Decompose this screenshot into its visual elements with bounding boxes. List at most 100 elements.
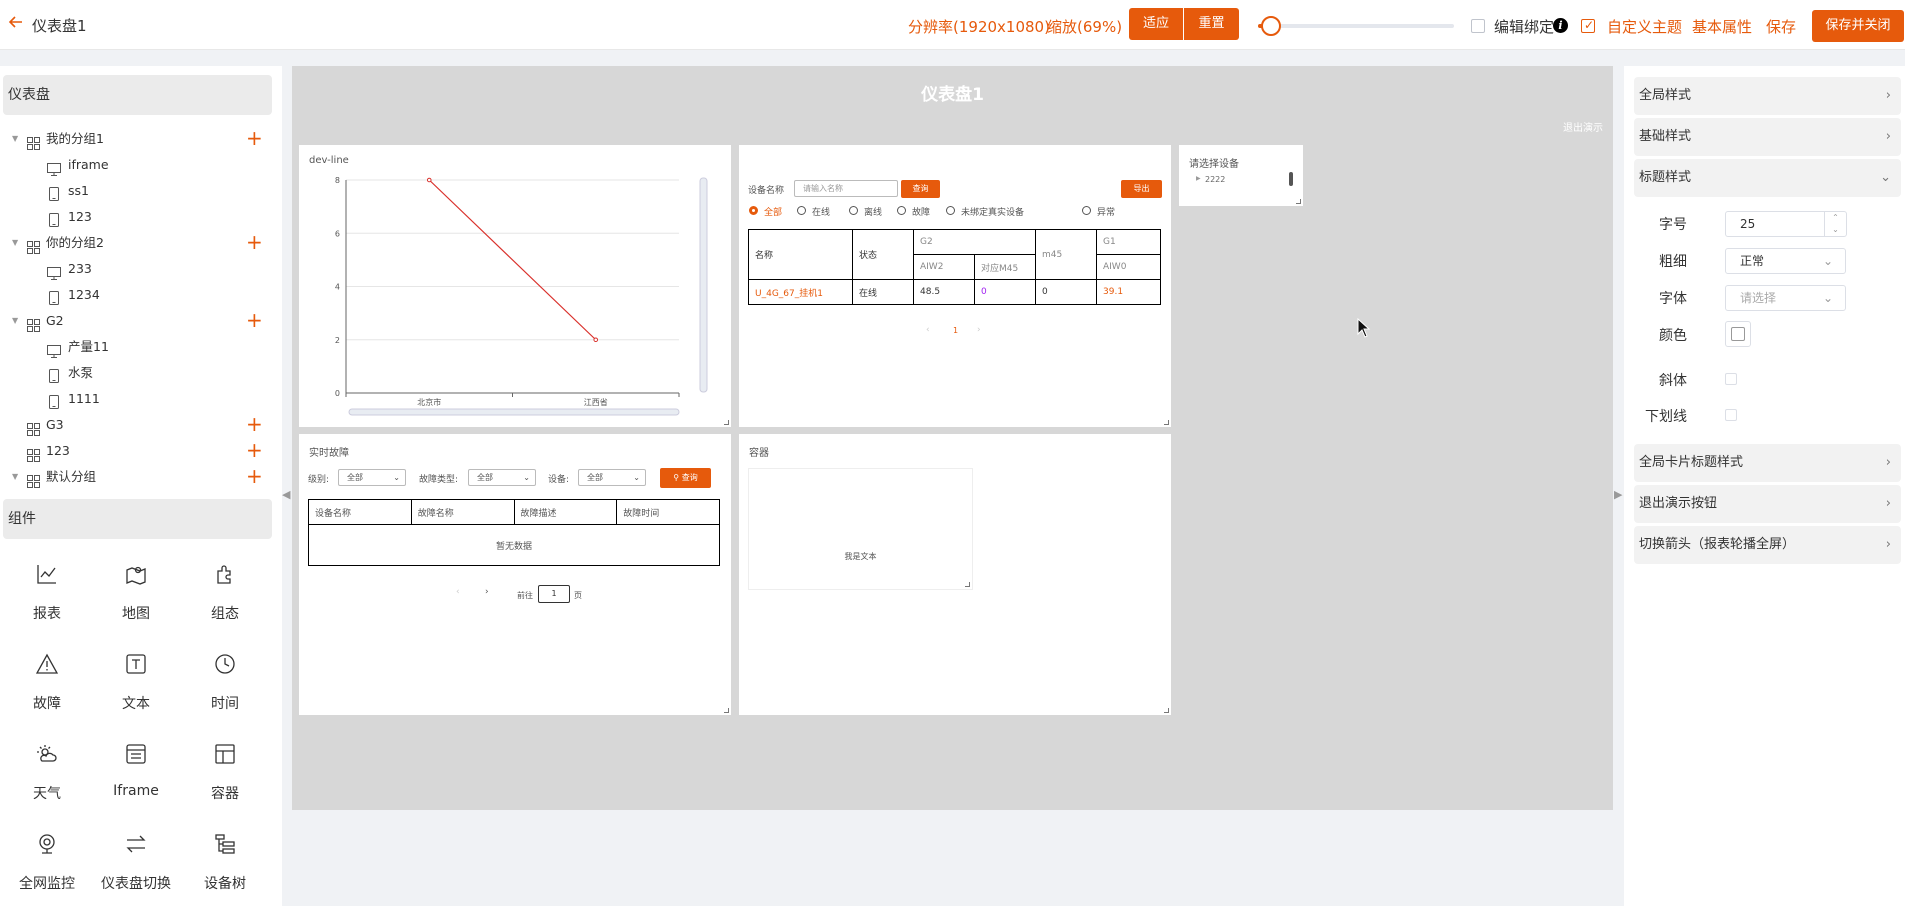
style-section-header[interactable]: 基础样式 ›	[1634, 118, 1901, 156]
fault-type-select[interactable]: 全部 ⌄	[468, 469, 536, 486]
back-arrow-icon[interactable]	[8, 14, 28, 36]
status-radio[interactable]: 异常	[1082, 205, 1115, 218]
font-weight-select[interactable]: 正常 ⌄	[1725, 248, 1846, 274]
collapse-left-icon[interactable]: ◀	[282, 488, 290, 501]
info-icon[interactable]: i	[1553, 18, 1568, 33]
tree-item-group[interactable]: ▼ 我的分组1 +	[0, 126, 272, 152]
edit-binding-checkbox[interactable]	[1471, 19, 1485, 33]
add-icon[interactable]: +	[246, 126, 263, 150]
fit-button[interactable]: 适应	[1129, 8, 1183, 40]
page-number[interactable]: 1	[953, 326, 958, 335]
fault-card[interactable]: 实时故障 级别: 全部 ⌄ 故障类型: 全部 ⌄ 设备: 全部 ⌄ ⚲ 查询 设备名称…	[299, 434, 731, 715]
tree-item-group[interactable]: ▼ 你的分组2 +	[0, 230, 272, 256]
status-radio[interactable]: 在线	[797, 205, 830, 218]
device-query-button[interactable]: 查询	[901, 180, 940, 198]
resize-handle[interactable]	[724, 420, 729, 425]
reset-button[interactable]: 重置	[1184, 8, 1239, 40]
add-icon[interactable]: +	[246, 438, 263, 462]
style-section-header[interactable]: 退出演示按钮 ›	[1634, 485, 1901, 523]
style-section-header[interactable]: 全局卡片标题样式 ›	[1634, 444, 1901, 482]
tree-item-dashboard[interactable]: 水泵	[0, 360, 272, 386]
font-family-select[interactable]: 请选择 ⌄	[1725, 285, 1846, 311]
vertical-zoom-slider[interactable]	[699, 177, 708, 393]
font-size-input[interactable]: 25 ⌃ ⌄	[1725, 211, 1847, 237]
prev-page-icon[interactable]: ‹	[456, 587, 460, 597]
style-section-header[interactable]: 标题样式 ⌄	[1634, 159, 1901, 197]
resize-handle[interactable]	[965, 582, 970, 587]
component-tree[interactable]: 设备树	[185, 825, 265, 906]
device-tree-item[interactable]: 2222	[1205, 175, 1225, 184]
dashboard-section-header[interactable]: 仪表盘	[3, 75, 272, 115]
component-iframe[interactable]: Iframe	[96, 735, 176, 823]
save-and-close-button[interactable]: 保存并关闭	[1812, 10, 1904, 42]
component-switch[interactable]: 仪表盘切换	[96, 825, 176, 906]
italic-checkbox[interactable]	[1725, 373, 1737, 385]
horizontal-zoom-slider[interactable]	[348, 408, 680, 416]
component-line-chart[interactable]: 报表	[7, 555, 87, 643]
data-point[interactable]	[426, 177, 432, 183]
table-row[interactable]: U_4G_67_挂机1 在线 48.5 0 0 39.1	[748, 279, 1161, 305]
tree-item-dashboard[interactable]: 1111	[0, 386, 272, 412]
component-map[interactable]: 地图	[96, 555, 176, 643]
add-icon[interactable]: +	[246, 464, 263, 488]
stepper-arrows-icon[interactable]: ⌃ ⌄	[1824, 212, 1846, 236]
style-section-header[interactable]: 全局样式 ›	[1634, 77, 1901, 115]
container-card[interactable]: 容器 我是文本	[739, 434, 1171, 715]
goto-page-input[interactable]: 1	[538, 585, 570, 603]
save-link[interactable]: 保存	[1766, 16, 1796, 37]
color-picker[interactable]	[1725, 321, 1751, 347]
level-select[interactable]: 全部 ⌄	[338, 469, 406, 486]
prev-page-icon[interactable]: ‹	[926, 325, 930, 335]
tree-item-dashboard[interactable]: iframe	[0, 152, 272, 178]
text-widget[interactable]: 我是文本	[748, 468, 973, 590]
add-icon[interactable]: +	[246, 308, 263, 332]
tree-item-dashboard[interactable]: 123	[0, 204, 272, 230]
data-point[interactable]	[593, 337, 599, 343]
custom-theme-label[interactable]: 自定义主题	[1607, 16, 1682, 37]
expand-arrow-icon[interactable]: ▼	[12, 308, 18, 334]
line-chart-card[interactable]: dev-line 0 2 4 6 8 北京市 江西省	[299, 145, 731, 427]
component-puzzle[interactable]: 组态	[185, 555, 265, 643]
custom-theme-checkbox[interactable]	[1581, 18, 1595, 33]
next-page-icon[interactable]: ›	[977, 325, 981, 335]
tree-item-group[interactable]: ▼ G2 +	[0, 308, 272, 334]
style-section-header[interactable]: 切换箭头（报表轮播全屏） ›	[1634, 526, 1901, 564]
component-clock[interactable]: 时间	[185, 645, 265, 733]
zoom-slider-handle[interactable]	[1261, 16, 1281, 36]
tree-item-dashboard[interactable]: 1234	[0, 282, 272, 308]
resize-handle[interactable]	[1296, 199, 1301, 204]
tree-item-dashboard[interactable]: ss1	[0, 178, 272, 204]
resize-handle[interactable]	[724, 708, 729, 713]
tree-item-group[interactable]: G3 +	[0, 412, 272, 438]
components-section-header[interactable]: 组件	[3, 499, 272, 539]
expand-arrow-icon[interactable]: ▼	[12, 230, 18, 256]
add-icon[interactable]: +	[246, 412, 263, 436]
status-radio[interactable]: 故障	[897, 205, 930, 218]
device-select-card[interactable]: 请选择设备 ▶ 2222	[1179, 145, 1303, 206]
underline-checkbox[interactable]	[1725, 409, 1737, 421]
device-name-input[interactable]: 请输入名称	[794, 180, 898, 197]
collapse-right-icon[interactable]: ▶	[1614, 488, 1622, 501]
component-warning[interactable]: 故障	[7, 645, 87, 733]
component-text[interactable]: 文本	[96, 645, 176, 733]
resize-handle[interactable]	[1164, 420, 1169, 425]
zoom-slider-track[interactable]	[1258, 24, 1454, 28]
scrollbar-thumb[interactable]	[1289, 172, 1293, 186]
device-select[interactable]: 全部 ⌄	[578, 469, 646, 486]
tree-item-dashboard[interactable]: 233	[0, 256, 272, 282]
cell-name[interactable]: U_4G_67_挂机1	[748, 279, 853, 305]
tree-item-group[interactable]: 123 +	[0, 438, 272, 464]
exit-demo-button[interactable]: 退出演示	[1563, 119, 1603, 134]
basic-properties-link[interactable]: 基本属性	[1692, 16, 1752, 37]
expand-arrow-icon[interactable]: ▼	[12, 464, 18, 490]
status-radio[interactable]: 全部	[749, 205, 782, 218]
component-camera[interactable]: 全网监控	[7, 825, 87, 906]
fault-query-button[interactable]: ⚲ 查询	[660, 468, 711, 488]
tree-item-dashboard[interactable]: 产量11	[0, 334, 272, 360]
edit-binding-label[interactable]: 编辑绑定	[1494, 16, 1554, 37]
add-icon[interactable]: +	[246, 230, 263, 254]
expand-arrow-icon[interactable]: ▶	[1196, 175, 1201, 182]
resize-handle[interactable]	[1164, 708, 1169, 713]
component-layout[interactable]: 容器	[185, 735, 265, 823]
status-radio[interactable]: 未绑定真实设备	[946, 205, 1024, 218]
